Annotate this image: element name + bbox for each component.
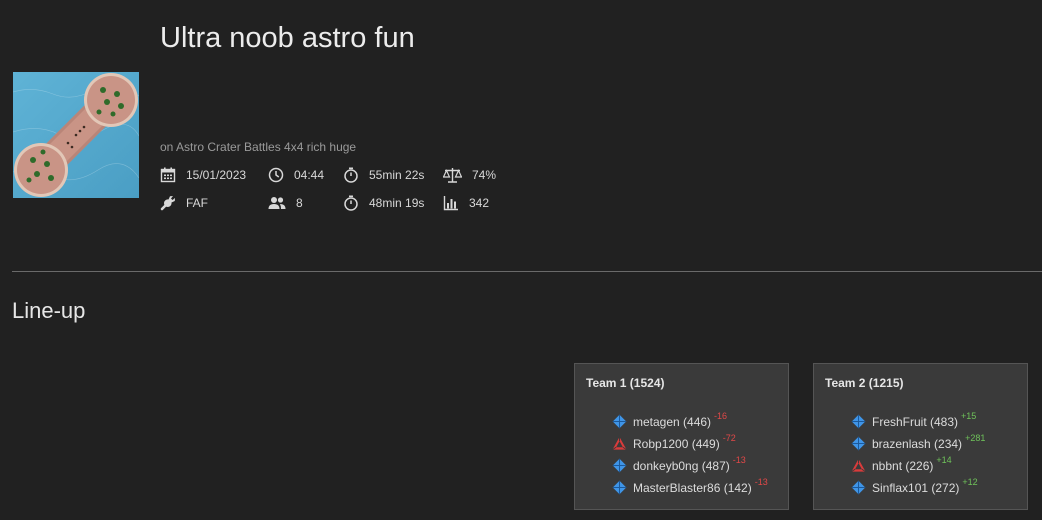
player-row[interactable]: nbbnt (226) +14	[851, 454, 952, 473]
team-1-card: Team 1 (1524) metagen (446) -16 Robp1200…	[574, 363, 789, 510]
stat-quality-value: 74%	[472, 168, 497, 182]
stat-date: 15/01/2023	[160, 165, 246, 185]
stat-player-count: 8	[268, 193, 303, 213]
stat-game-time: 48min 19s	[343, 193, 424, 213]
lineup-title: Line-up	[12, 298, 86, 323]
player-name: MasterBlaster86 (142)	[633, 480, 752, 495]
player-name: metagen (446)	[633, 414, 712, 429]
player-name: FreshFruit (483)	[872, 414, 959, 429]
player-row[interactable]: Robp1200 (449) -72	[612, 432, 736, 451]
divider	[12, 271, 1042, 272]
uef-icon	[851, 436, 866, 451]
clock-icon	[268, 167, 284, 183]
rating-change: +15	[961, 410, 977, 421]
uef-icon	[851, 414, 866, 429]
player-name: donkeyb0ng (487)	[633, 458, 730, 473]
stat-game-time-value: 48min 19s	[369, 196, 425, 210]
player-name: nbbnt (226)	[872, 458, 934, 473]
uef-icon	[612, 458, 627, 473]
team-1-header: Team 1 (1524)	[586, 376, 665, 390]
rating-change: +281	[965, 432, 986, 443]
uef-icon	[612, 414, 627, 429]
stat-featured-mod-value: FAF	[186, 196, 209, 210]
team-2-card: Team 2 (1215) FreshFruit (483) +15 braze…	[813, 363, 1028, 510]
map-thumbnail[interactable]	[13, 72, 139, 198]
stat-rating: 342	[443, 193, 489, 213]
wrench-icon	[160, 196, 175, 211]
rating-change: +14	[936, 454, 952, 465]
player-row[interactable]: donkeyb0ng (487) -13	[612, 454, 746, 473]
cybran-icon	[612, 436, 627, 450]
stat-duration-value: 55min 22s	[369, 168, 425, 182]
replay-detail-page: Ultra noob astro fun on Astro Crater Bat…	[0, 0, 1042, 520]
stat-duration: 55min 22s	[343, 165, 424, 185]
player-name: brazenlash (234)	[872, 436, 963, 451]
stat-date-value: 15/01/2023	[186, 168, 247, 182]
player-name: Sinflax101 (272)	[872, 480, 960, 495]
uef-icon	[851, 480, 866, 495]
people-icon	[268, 197, 286, 209]
rating-change: -72	[722, 432, 736, 443]
balance-scale-icon	[443, 168, 462, 183]
rating-change: -13	[754, 476, 768, 487]
map-name: on Astro Crater Battles 4x4 rich huge	[160, 140, 357, 154]
stat-player-count-value: 8	[296, 196, 303, 210]
player-row[interactable]: Sinflax101 (272) +12	[851, 476, 978, 495]
stat-rating-value: 342	[469, 196, 490, 210]
stat-quality: 74%	[443, 165, 496, 185]
team-2-header: Team 2 (1215)	[825, 376, 904, 390]
rating-change: +12	[962, 476, 978, 487]
stopwatch-icon	[344, 167, 358, 183]
player-row[interactable]: MasterBlaster86 (142) -13	[612, 476, 768, 495]
player-name: Robp1200 (449)	[633, 436, 720, 451]
stat-start-time-value: 04:44	[294, 168, 325, 182]
stat-start-time: 04:44	[268, 165, 324, 185]
stopwatch-icon	[344, 195, 358, 211]
game-title: Ultra noob astro fun	[160, 22, 415, 54]
rating-change: -13	[732, 454, 746, 465]
player-row[interactable]: brazenlash (234) +281	[851, 432, 986, 451]
player-row[interactable]: metagen (446) -16	[612, 410, 728, 429]
bar-chart-icon	[443, 196, 458, 211]
calendar-icon	[160, 167, 176, 183]
player-row[interactable]: FreshFruit (483) +15	[851, 410, 977, 429]
uef-icon	[612, 480, 627, 495]
rating-change: -16	[714, 410, 728, 421]
stat-featured-mod: FAF	[160, 193, 208, 213]
cybran-icon	[851, 458, 866, 472]
